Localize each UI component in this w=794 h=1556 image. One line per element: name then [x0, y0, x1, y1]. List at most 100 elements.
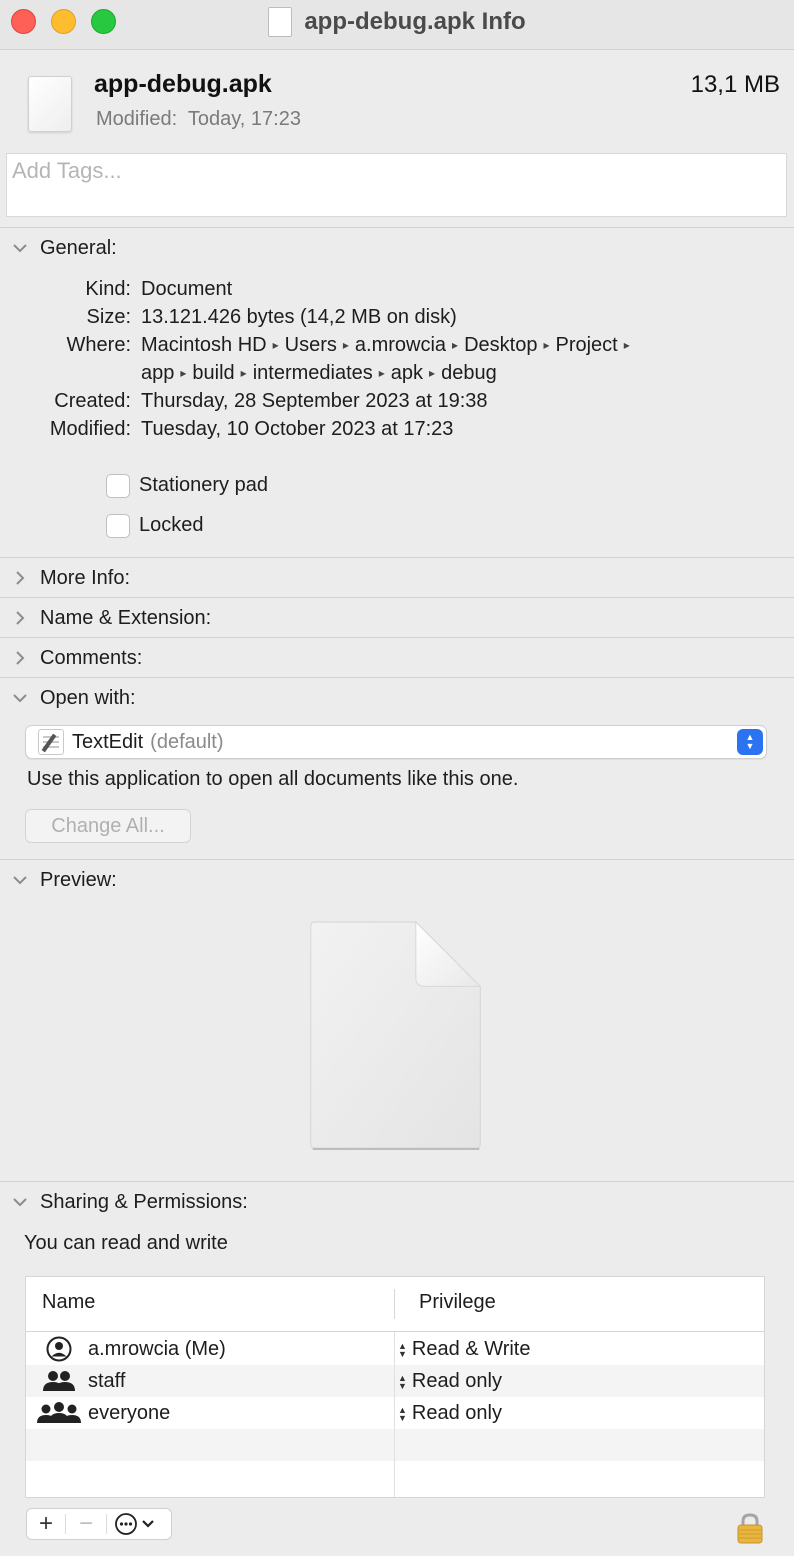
section-open-with-label: Open with:	[40, 686, 136, 709]
locked-checkbox[interactable]	[106, 514, 130, 538]
add-button[interactable]: +	[27, 1509, 65, 1539]
chevron-right-icon	[0, 611, 40, 625]
stationery-checkbox[interactable]	[106, 474, 130, 498]
window-title-group: app-debug.apk Info	[0, 0, 794, 44]
row-name: a.mrowcia (Me)	[88, 1338, 226, 1360]
column-divider	[394, 1332, 395, 1497]
divider	[0, 677, 794, 678]
everyone-icon	[36, 1400, 82, 1426]
popup-stepper-icon: ▲ ▼	[737, 729, 763, 755]
row-privilege: Read only	[411, 1402, 502, 1424]
preview-document-icon	[310, 920, 482, 1150]
chevron-down-icon	[0, 693, 40, 703]
path-segment[interactable]: intermediates	[253, 362, 373, 384]
divider	[0, 597, 794, 598]
section-general[interactable]: General:	[0, 229, 794, 267]
section-sharing[interactable]: Sharing & Permissions:	[0, 1183, 794, 1221]
privilege-popup[interactable]: ▲ ▼ Read only	[398, 1402, 502, 1425]
section-name-extension[interactable]: Name & Extension:	[0, 599, 794, 637]
created-value: Thursday, 28 September 2023 at 19:38	[141, 390, 488, 412]
locked-label[interactable]: Locked	[139, 514, 204, 537]
section-comments-label: Comments:	[40, 646, 143, 669]
file-size: 13,1 MB	[690, 71, 780, 98]
updown-icon: ▲ ▼	[398, 1404, 407, 1423]
size-label: Size:	[86, 306, 131, 328]
remove-button[interactable]: −	[66, 1509, 106, 1539]
section-name-extension-label: Name & Extension:	[40, 606, 212, 629]
modified-label: Modified:	[49, 418, 131, 440]
kind-value: Document	[141, 278, 233, 300]
path-segment[interactable]: debug	[441, 362, 497, 384]
section-sharing-label: Sharing & Permissions:	[40, 1190, 248, 1213]
chevron-down-icon	[0, 243, 40, 253]
table-row[interactable]: a.mrowcia (Me) ▲ ▼ Read & Write	[26, 1333, 764, 1365]
path-arrow-icon: ▸	[623, 338, 630, 352]
window-title: app-debug.apk Info	[304, 8, 526, 35]
path-arrow-icon: ▸	[240, 366, 247, 380]
textedit-icon	[38, 729, 64, 755]
path-segment[interactable]: Project	[555, 334, 617, 356]
column-header-name[interactable]: Name	[42, 1291, 95, 1314]
path-arrow-icon: ▸	[180, 366, 187, 380]
path-arrow-icon: ▸	[543, 338, 550, 352]
sharing-summary: You can read and write	[24, 1232, 228, 1254]
header-divider	[26, 1331, 764, 1332]
section-general-label: General:	[40, 236, 117, 259]
permissions-table: Name Privilege a.mrowcia (Me) ▲ ▼ Read & W…	[25, 1276, 765, 1498]
path-segment[interactable]: a.mrowcia	[355, 334, 446, 356]
path-segment[interactable]: Users	[285, 334, 337, 356]
section-more-info[interactable]: More Info:	[0, 559, 794, 597]
row-name: everyone	[88, 1402, 171, 1424]
stationery-label[interactable]: Stationery pad	[139, 474, 268, 497]
section-open-with[interactable]: Open with:	[0, 679, 794, 717]
tags-field[interactable]	[6, 153, 787, 217]
open-with-popup[interactable]: TextEdit (default) ▲ ▼	[25, 725, 767, 759]
open-with-app-name: TextEdit	[72, 730, 144, 753]
row-privilege: Read & Write	[411, 1338, 531, 1360]
section-preview[interactable]: Preview:	[0, 861, 794, 899]
path-segment[interactable]: app	[141, 362, 174, 384]
action-menu-button[interactable]	[107, 1509, 167, 1539]
size-value: 13.121.426 bytes (14,2 MB on disk)	[141, 306, 457, 328]
chevron-right-icon	[0, 651, 40, 665]
chevron-down-icon	[0, 1197, 40, 1207]
lock-icon[interactable]	[736, 1512, 764, 1544]
where-path-line-2: app ▸ build ▸ intermediates ▸ apk ▸ debug	[141, 362, 497, 385]
empty-row	[26, 1461, 764, 1493]
where-path-line-1: Macintosh HD ▸ Users ▸ a.mrowcia ▸ Desktop ▸ Pro…	[141, 334, 636, 357]
open-with-default: (default)	[150, 730, 224, 753]
permissions-toolbar: + −	[26, 1508, 172, 1540]
column-header-privilege[interactable]: Privilege	[419, 1291, 496, 1314]
table-row[interactable]: everyone ▲ ▼ Read only	[26, 1397, 764, 1429]
path-arrow-icon: ▸	[452, 338, 459, 352]
privilege-popup[interactable]: ▲ ▼ Read only	[398, 1370, 502, 1393]
path-arrow-icon: ▸	[429, 366, 436, 380]
row-name: staff	[88, 1370, 126, 1392]
modified-value: Tuesday, 10 October 2023 at 17:23	[141, 418, 454, 440]
where-label: Where:	[66, 334, 131, 356]
chevron-down-icon	[0, 875, 40, 885]
section-preview-label: Preview:	[40, 868, 117, 891]
divider	[0, 637, 794, 638]
column-divider	[394, 1289, 395, 1319]
file-icon	[28, 76, 72, 132]
tags-input[interactable]	[12, 158, 781, 184]
table-row[interactable]: staff ▲ ▼ Read only	[26, 1365, 764, 1397]
path-segment[interactable]: apk	[391, 362, 423, 384]
path-segment[interactable]: build	[192, 362, 234, 384]
file-modified: Modified: Today, 17:23	[96, 108, 301, 130]
open-with-description: Use this application to open all documen…	[27, 768, 519, 790]
kind-label: Kind:	[85, 278, 131, 300]
change-all-button[interactable]: Change All...	[25, 809, 191, 843]
path-arrow-icon: ▸	[342, 338, 349, 352]
path-segment[interactable]: Desktop	[464, 334, 537, 356]
document-icon	[268, 7, 293, 37]
privilege-popup[interactable]: ▲ ▼ Read & Write	[398, 1338, 531, 1361]
chevron-right-icon	[0, 571, 40, 585]
section-more-info-label: More Info:	[40, 566, 131, 589]
section-comments[interactable]: Comments:	[0, 639, 794, 677]
user-icon	[36, 1336, 82, 1362]
ellipsis-circle-icon	[115, 1513, 154, 1535]
group-icon	[36, 1368, 82, 1394]
path-segment[interactable]: Macintosh HD	[141, 334, 267, 356]
